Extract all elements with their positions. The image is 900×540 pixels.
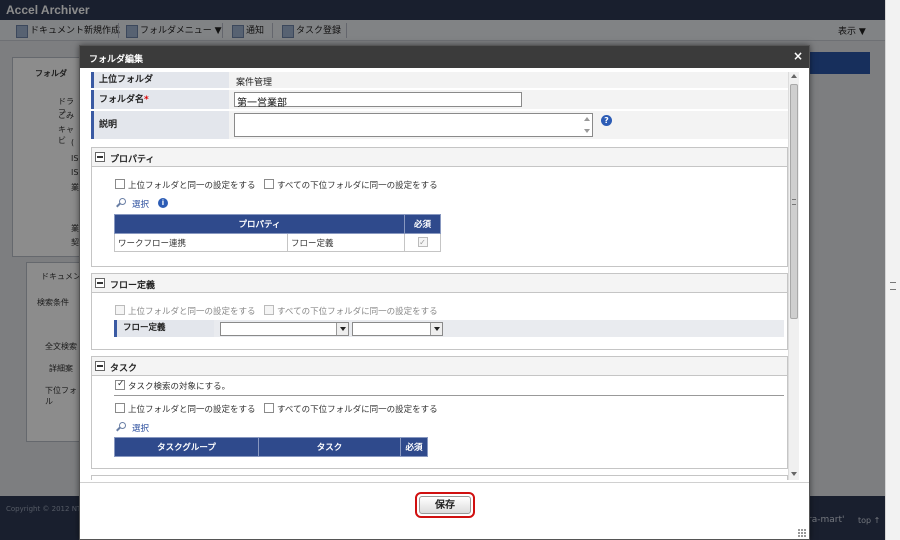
description-textarea[interactable] [234, 113, 593, 137]
property-section-title: プロパティ [110, 155, 155, 165]
task-search-target-checkbox[interactable] [115, 379, 125, 390]
divider [114, 395, 784, 396]
flow-section-header[interactable]: フロー定義 [92, 274, 787, 293]
folder-edit-dialog: フォルダ編集 × 上位フォルダ 案件管理 フォルダ名* 第一営業部 説明 ? プ… [79, 45, 810, 540]
required-checkbox: ✓ [417, 237, 428, 247]
scroll-down-icon[interactable] [584, 129, 590, 133]
property-inherit-label: 上位フォルダと同一の設定をする [128, 181, 256, 191]
collapse-icon[interactable] [95, 278, 105, 288]
description-label-text: 説明 [99, 120, 118, 130]
task-apply-children-label: すべての下位フォルダに同一の設定をする [277, 405, 438, 415]
info-icon[interactable]: i [158, 198, 168, 208]
task-select-link[interactable]: 選択 [132, 422, 149, 434]
save-button[interactable]: 保存 [415, 492, 475, 518]
description-label: 説明 [91, 111, 229, 139]
property-value-cell: フロー定義 [287, 233, 405, 252]
folder-name-label-text: フォルダ名 [99, 95, 145, 105]
flow-definition-row: フロー定義 [114, 320, 784, 337]
folder-name-label: フォルダ名* [91, 90, 229, 109]
required-column-header: 必須 [404, 214, 441, 234]
textarea-scrollbar[interactable] [582, 114, 592, 136]
parent-folder-row: 上位フォルダ 案件管理 [91, 72, 788, 89]
flow-section-title: フロー定義 [110, 281, 156, 291]
task-column-header: タスク [258, 437, 401, 457]
flow-inherit-label: 上位フォルダと同一の設定をする [128, 307, 256, 317]
parent-folder-label: 上位フォルダ [91, 72, 229, 88]
task-section-title: タスク [110, 364, 138, 374]
folder-name-row: フォルダ名* 第一営業部 [91, 90, 788, 110]
property-section: プロパティ 上位フォルダと同一の設定をする すべての下位フォルダに同一の設定をす… [91, 147, 788, 267]
help-icon[interactable]: ? [601, 115, 612, 126]
parent-folder-label-text: 上位フォルダ [99, 75, 154, 85]
flow-apply-children-label: すべての下位フォルダに同一の設定をする [277, 307, 438, 317]
task-inherit-label: 上位フォルダと同一の設定をする [128, 405, 256, 415]
task-section: タスク タスク検索の対象にする。 上位フォルダと同一の設定をする すべての下位フ… [91, 356, 788, 469]
chevron-down-icon[interactable] [336, 323, 348, 335]
collapse-icon[interactable] [95, 361, 105, 371]
property-apply-children-label: すべての下位フォルダに同一の設定をする [277, 181, 438, 191]
scroll-down-icon[interactable] [791, 472, 797, 476]
chevron-down-icon[interactable] [430, 323, 442, 335]
splitter-grip-icon[interactable] [890, 282, 896, 290]
search-icon[interactable] [116, 198, 126, 208]
parent-folder-value: 案件管理 [236, 78, 273, 88]
flow-section: フロー定義 上位フォルダと同一の設定をする すべての下位フォルダに同一の設定をす… [91, 273, 788, 350]
resize-grip-icon[interactable] [796, 527, 805, 536]
required-column-header: 必須 [400, 437, 428, 457]
close-icon[interactable]: × [793, 50, 803, 62]
task-inherit-checkbox[interactable] [115, 403, 125, 413]
dialog-scrollbar[interactable] [788, 72, 799, 480]
flow-definition-select[interactable] [352, 322, 443, 336]
search-icon[interactable] [116, 422, 126, 432]
window-right-edge [885, 0, 900, 540]
property-apply-children-checkbox[interactable] [264, 179, 274, 189]
required-marker: * [144, 95, 149, 105]
scroll-up-icon[interactable] [791, 74, 797, 78]
property-table: プロパティ 必須 ワークフロー連携 フロー定義 ✓ [114, 214, 441, 252]
next-section-peek [91, 475, 788, 480]
dialog-body[interactable]: 上位フォルダ 案件管理 フォルダ名* 第一営業部 説明 ? プロパティ 上位フォ… [88, 72, 800, 480]
scroll-thumb[interactable] [790, 84, 798, 319]
property-inherit-checkbox[interactable] [115, 179, 125, 189]
scroll-up-icon[interactable] [584, 117, 590, 121]
flow-inherit-checkbox[interactable] [115, 305, 125, 315]
save-button-label: 保存 [419, 496, 471, 514]
description-row: 説明 ? [91, 111, 788, 140]
dialog-header: フォルダ編集 × [80, 46, 809, 68]
folder-name-input[interactable]: 第一営業部 [234, 92, 522, 109]
task-search-target-label: タスク検索の対象にする。 [128, 382, 231, 392]
dialog-title: フォルダ編集 [89, 55, 144, 65]
task-section-header[interactable]: タスク [92, 357, 787, 376]
collapse-icon[interactable] [95, 152, 105, 162]
property-section-header[interactable]: プロパティ [92, 148, 787, 167]
task-group-column-header: タスクグループ [114, 437, 259, 457]
table-row: ワークフロー連携 フロー定義 ✓ [114, 233, 441, 252]
task-apply-children-checkbox[interactable] [264, 403, 274, 413]
property-select-link[interactable]: 選択 [132, 198, 149, 210]
property-column-header: プロパティ [114, 214, 405, 234]
flow-category-select[interactable] [220, 322, 349, 336]
dialog-footer: 保存 [80, 482, 809, 539]
task-table: タスクグループ タスク 必須 [114, 437, 428, 457]
flow-definition-label: フロー定義 [114, 320, 214, 337]
required-cell: ✓ [404, 233, 441, 252]
flow-apply-children-checkbox[interactable] [264, 305, 274, 315]
property-name-cell: ワークフロー連携 [114, 233, 288, 252]
